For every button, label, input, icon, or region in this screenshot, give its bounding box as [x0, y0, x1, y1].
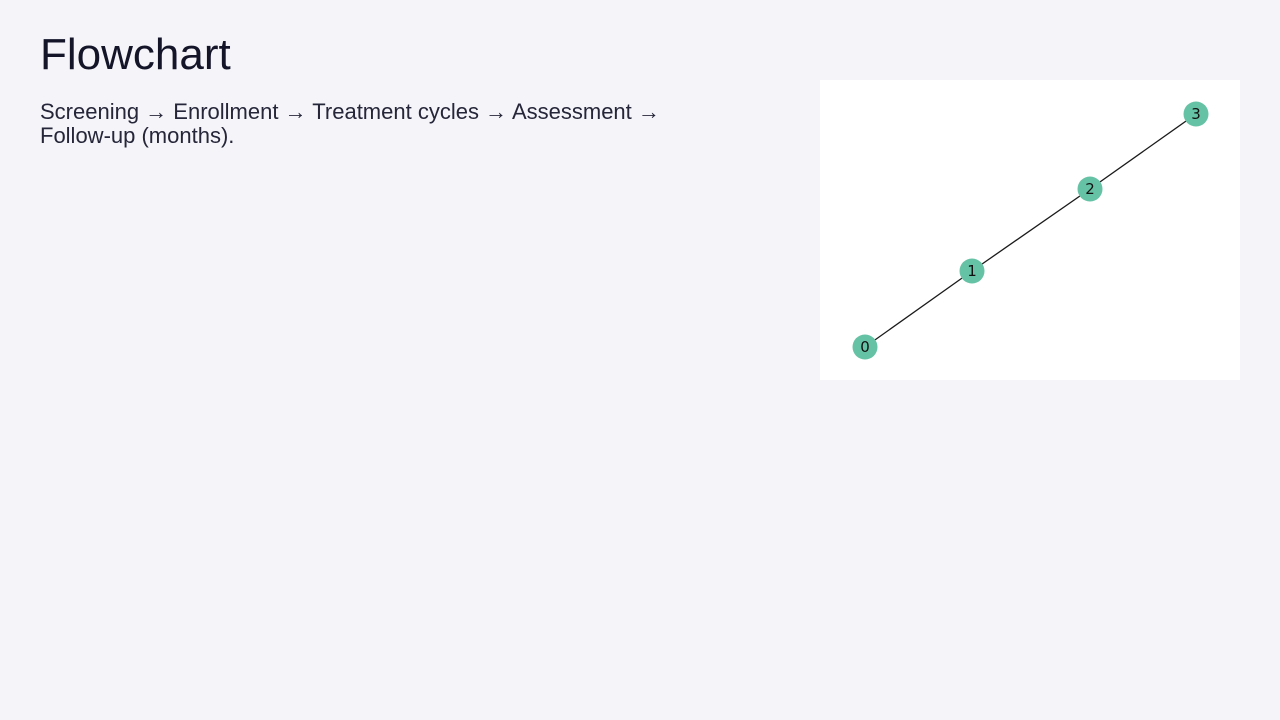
- edge-0-1: [864, 270, 973, 348]
- edge-1-2: [971, 188, 1091, 272]
- node-1: 1: [959, 258, 985, 284]
- node-label: 3: [1191, 105, 1201, 123]
- node-0: 0: [852, 334, 878, 360]
- node-label: 1: [967, 262, 977, 280]
- flowchart-diagram: 0 1 2 3: [820, 80, 1240, 380]
- page-title: Flowchart: [40, 30, 231, 79]
- node-3: 3: [1183, 101, 1209, 127]
- flowchart-canvas: 0 1 2 3: [852, 101, 1209, 360]
- edge-2-3: [1089, 113, 1197, 190]
- node-label: 0: [860, 338, 870, 356]
- node-label: 2: [1085, 180, 1095, 198]
- node-2: 2: [1077, 176, 1103, 202]
- flow-description: Screening → Enrollment → Treatment cycle…: [40, 99, 660, 148]
